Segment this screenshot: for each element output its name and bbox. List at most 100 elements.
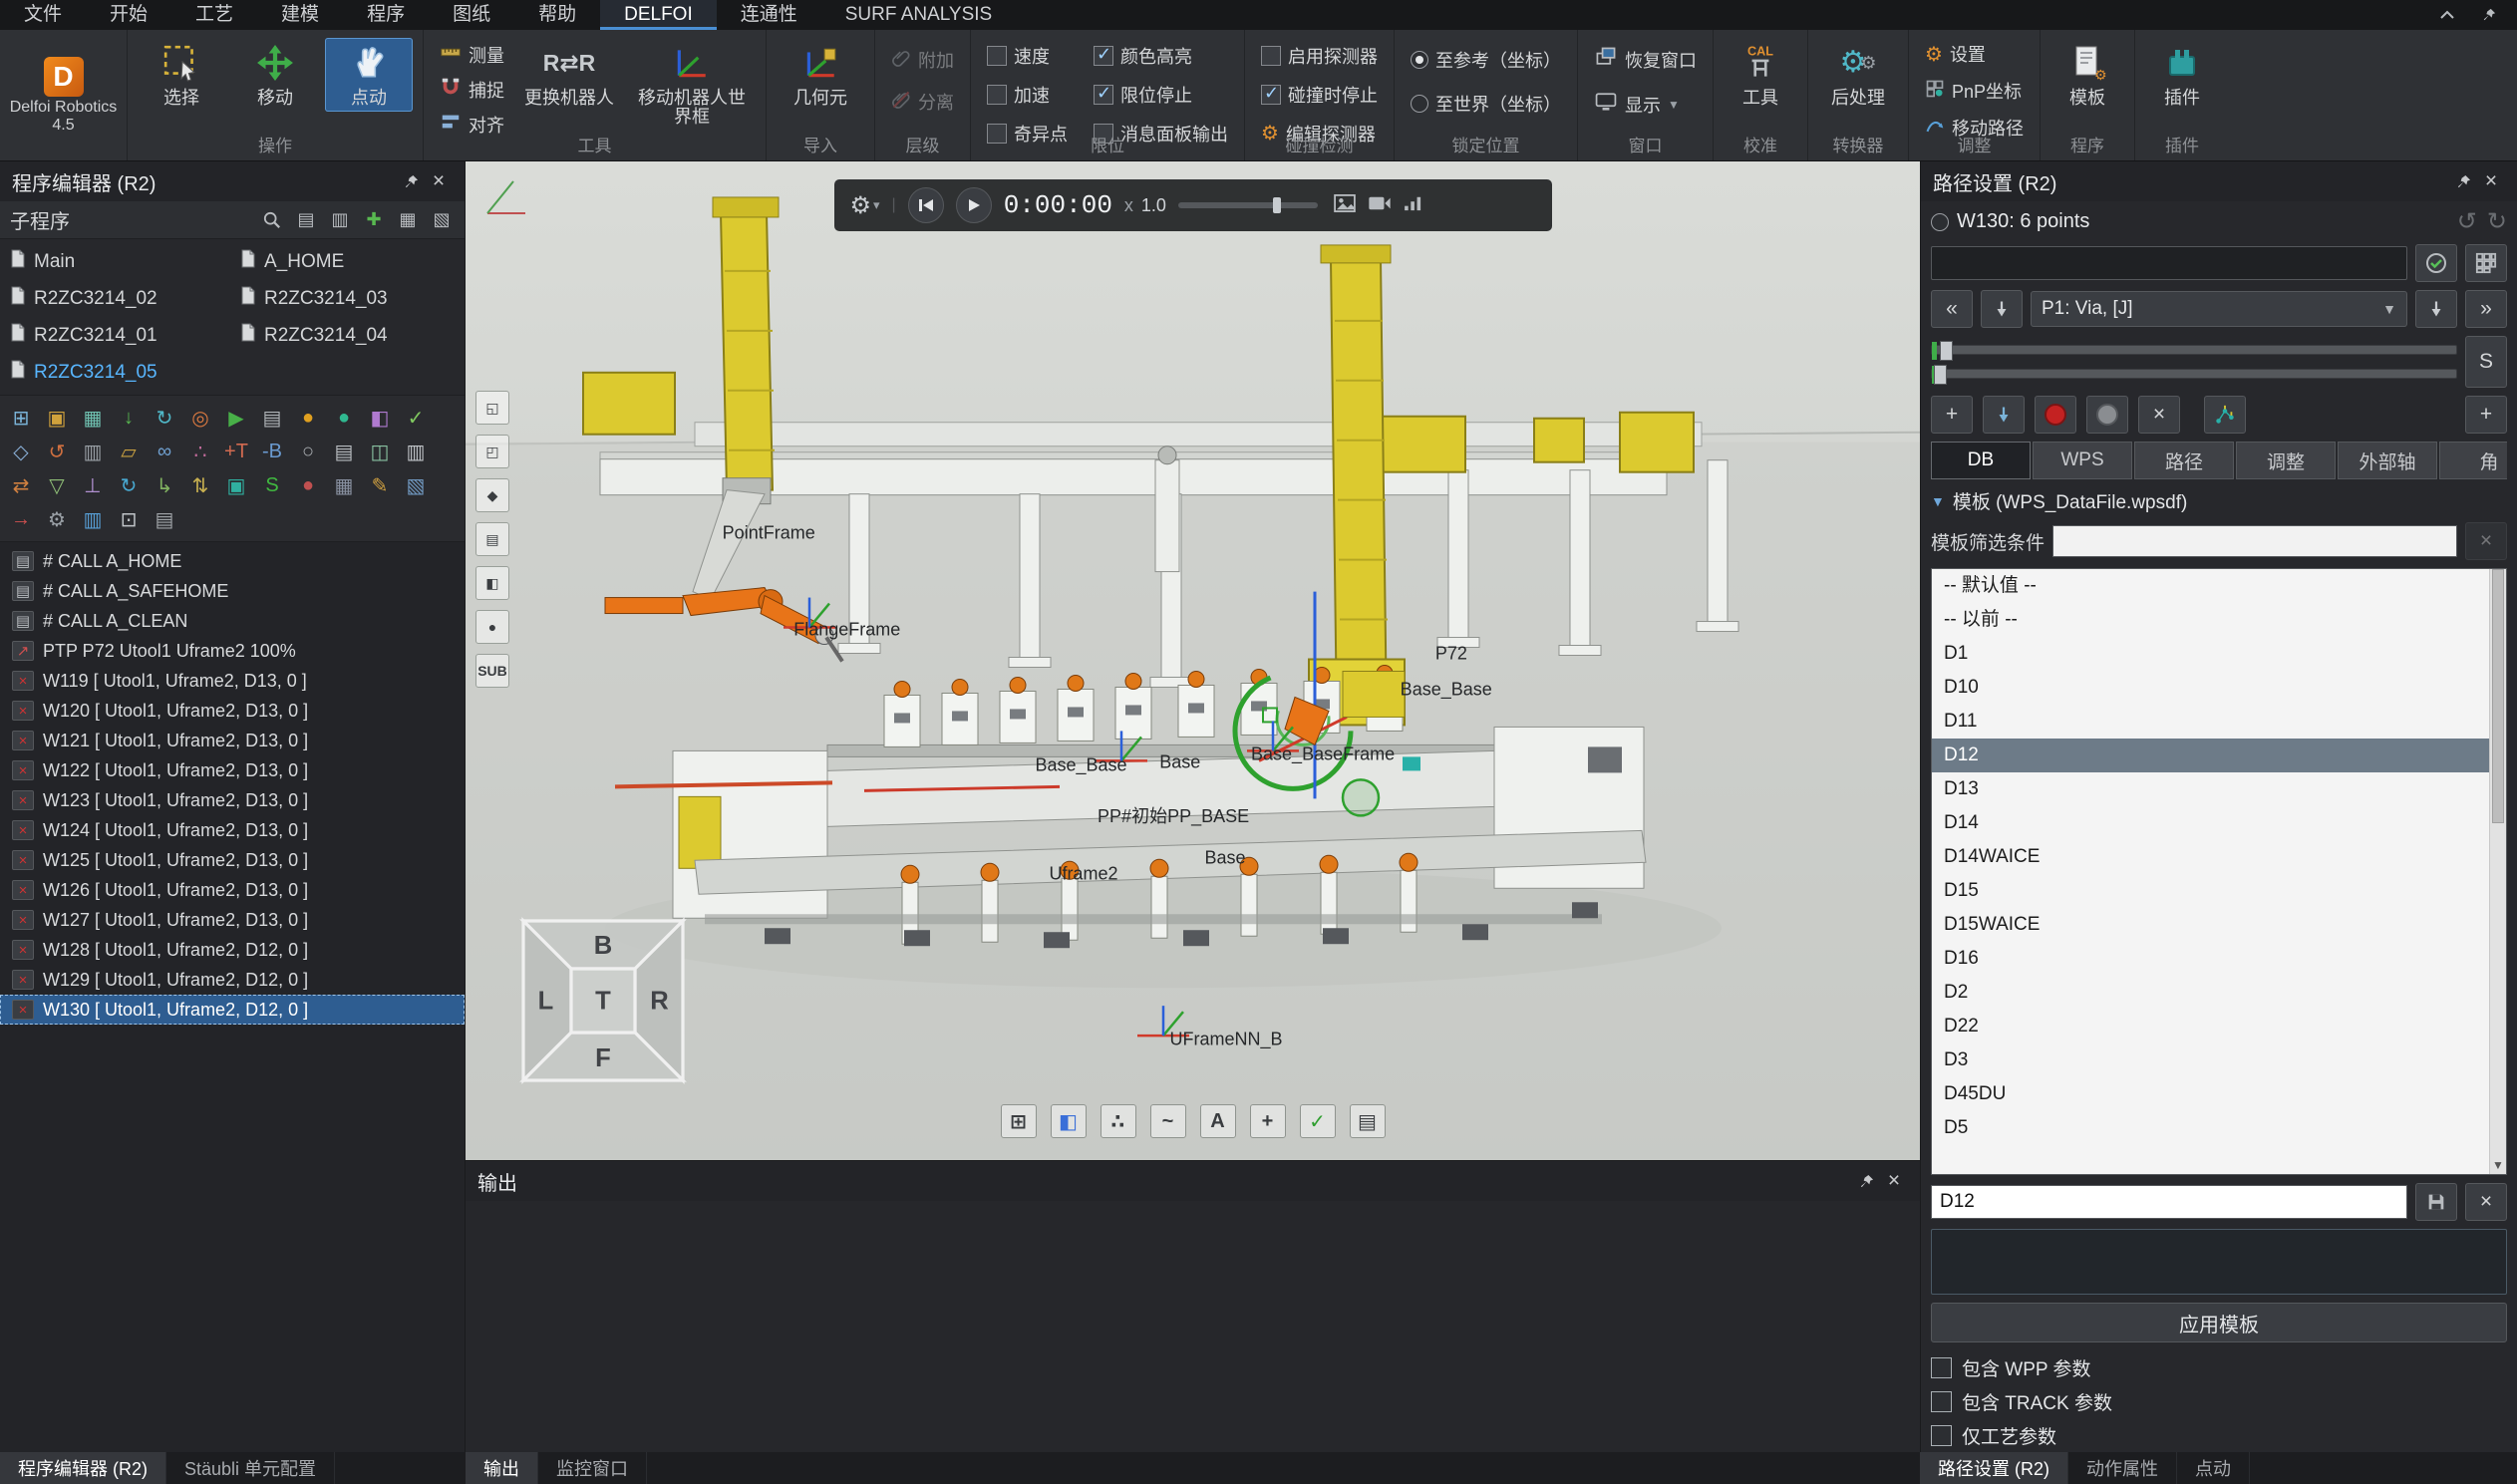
pe-folder-icon[interactable]: ▱ [112, 436, 146, 467]
teach-button[interactable] [1983, 396, 2025, 434]
menu-item[interactable]: 建模 [257, 0, 343, 30]
plugin-button[interactable]: 插件 [2145, 38, 2219, 112]
new-subprogram-icon[interactable]: ▤ [293, 207, 319, 233]
panel-tab[interactable]: 点动 [2177, 1452, 2250, 1484]
menu-item[interactable]: SURF ANALYSIS [821, 0, 1016, 30]
redo-icon[interactable]: ↻ [2487, 207, 2507, 236]
template-filter-input[interactable] [2052, 525, 2457, 557]
statement-row[interactable]: × W129 [ Utool1, Uframe2, D12, 0 ] [0, 965, 465, 995]
playback-slider[interactable] [1178, 202, 1318, 208]
template-list-item[interactable]: D16 [1932, 942, 2506, 976]
pe-play-icon[interactable]: ▶ [219, 402, 253, 434]
subprogram-item[interactable]: A_HOME [232, 243, 463, 280]
pe-frame-icon[interactable]: ▣ [40, 402, 74, 434]
template-list-item[interactable]: -- 以前 -- [1932, 603, 2506, 637]
template-list-item[interactable]: D45DU [1932, 1077, 2506, 1111]
template-section-header[interactable]: ▼ 模板 (WPS_DataFile.wpsdf) [1931, 487, 2507, 514]
pe-grid-icon[interactable]: ⊞ [4, 402, 38, 434]
subprogram-item[interactable]: Main [2, 243, 232, 280]
template-list-item[interactable]: D14 [1932, 806, 2506, 840]
pin-icon[interactable] [2449, 167, 2477, 195]
path-settings-tab[interactable]: 路径 [2134, 442, 2234, 479]
close-icon[interactable]: × [1880, 1167, 1908, 1195]
point-snap-icon[interactable]: ● [475, 610, 509, 644]
project-points-button[interactable] [2204, 396, 2246, 434]
iso-view-icon[interactable]: ◆ [475, 478, 509, 512]
template-list-item[interactable]: D2 [1932, 976, 2506, 1010]
undo-icon[interactable]: ↺ [2457, 207, 2477, 236]
template-option-checkbox[interactable]: 仅工艺参数 [1931, 1418, 2507, 1452]
template-list-item[interactable]: D1 [1932, 637, 2506, 671]
statement-row[interactable]: × W124 [ Utool1, Uframe2, D13, 0 ] [0, 815, 465, 845]
view-cube-top-face[interactable]: T [595, 988, 611, 1016]
collapse-ribbon-icon[interactable] [2433, 1, 2461, 29]
point-name-input[interactable] [1931, 246, 2407, 280]
pe-check-icon[interactable]: ✓ [399, 402, 433, 434]
sub-mode-label[interactable]: SUB [475, 654, 509, 688]
pe-columns-icon[interactable]: ▥ [76, 436, 110, 467]
statement-row[interactable]: × W130 [ Utool1, Uframe2, D12, 0 ] [0, 995, 465, 1025]
color-highlight-checkbox[interactable]: 颜色高亮 [1088, 40, 1234, 72]
menu-item[interactable]: 开始 [86, 0, 171, 30]
viewport-3d[interactable]: PointFrameFlangeFrameP72Base_BaseBaseBas… [466, 161, 1920, 1160]
previous-point-button[interactable]: « [1931, 290, 1973, 328]
panel-tab[interactable]: 路径设置 (R2) [1920, 1452, 2068, 1484]
add-subprogram-icon[interactable]: ✚ [361, 207, 387, 233]
pe-tri-icon[interactable]: ▽ [40, 469, 74, 501]
template-list-item[interactable]: D11 [1932, 705, 2506, 739]
solid-view-icon[interactable]: ◧ [1051, 1104, 1087, 1138]
delete-point-button[interactable]: × [2138, 396, 2180, 434]
skip-to-start-button[interactable] [908, 187, 944, 223]
confirm-point-button[interactable] [2415, 244, 2457, 282]
statement-row[interactable]: × W119 [ Utool1, Uframe2, D13, 0 ] [0, 666, 465, 696]
template-list-item[interactable]: D15 [1932, 874, 2506, 908]
pe-rotate-icon[interactable]: ↺ [40, 436, 74, 467]
postprocess-button[interactable]: ⚙⚙ 后处理 [1818, 38, 1898, 112]
speed-override-slider[interactable] [1931, 369, 2457, 379]
jog-button[interactable]: 点动 [325, 38, 413, 112]
close-icon[interactable]: × [425, 167, 453, 195]
scroll-down-arrow-icon[interactable]: ▼ [2490, 1158, 2506, 1172]
curve-analysis-icon[interactable]: ~ [1150, 1104, 1186, 1138]
pin-icon[interactable] [2475, 1, 2503, 29]
play-button[interactable] [956, 187, 992, 223]
pe-gear-icon[interactable]: ⚙ [40, 503, 74, 535]
render-mode-icon[interactable] [1404, 195, 1423, 216]
attach-button[interactable]: 附加 [885, 44, 960, 76]
path-position-slider[interactable] [1931, 345, 2457, 355]
pe-redo-icon[interactable]: ↻ [112, 469, 146, 501]
search-icon[interactable] [259, 207, 285, 233]
statement-row[interactable]: × W126 [ Utool1, Uframe2, D13, 0 ] [0, 875, 465, 905]
path-settings-tab[interactable]: 外部轴 [2338, 442, 2437, 479]
record-video-icon[interactable] [1368, 195, 1392, 216]
template-list-item[interactable]: D14WAICE [1932, 840, 2506, 874]
pin-icon[interactable] [397, 167, 425, 195]
template-list-item[interactable]: D5 [1932, 1111, 2506, 1145]
save-template-button[interactable] [2415, 1183, 2457, 1221]
teach-point-right-button[interactable] [2415, 290, 2457, 328]
pe-arrow-icon[interactable]: → [4, 503, 38, 535]
copy-subprogram-icon[interactable]: ▦ [395, 207, 421, 233]
pe-circle-icon[interactable]: ○ [291, 436, 325, 467]
pe-edit-icon[interactable]: ✎ [363, 469, 397, 501]
pe-branch-icon[interactable]: ↳ [148, 469, 181, 501]
template-button[interactable]: ⚙ 模板 [2050, 38, 2124, 112]
close-icon[interactable]: × [2477, 167, 2505, 195]
statement-row[interactable]: × W120 [ Utool1, Uframe2, D13, 0 ] [0, 696, 465, 726]
swap-robot-button[interactable]: R⇄R 更换机器人 [516, 38, 622, 112]
pe-swap-icon[interactable]: ⇄ [4, 469, 38, 501]
template-list-item[interactable]: D3 [1932, 1043, 2506, 1077]
pe-window-icon[interactable]: ◫ [363, 436, 397, 467]
motion-type-dropdown[interactable]: P1: Via, [J] ▼ [2031, 291, 2407, 327]
template-description-textarea[interactable] [1931, 1229, 2507, 1295]
stop-on-collision-checkbox[interactable]: 碰撞时停止 [1255, 79, 1384, 111]
path-settings-tab[interactable]: DB [1931, 442, 2031, 479]
scrollbar-thumb[interactable] [2492, 569, 2504, 823]
tool-calibration-button[interactable]: CAL 工具 [1724, 38, 1797, 112]
pe-pill-icon[interactable]: ● [327, 402, 361, 434]
panel-tab[interactable]: 程序编辑器 (R2) [0, 1452, 166, 1484]
pe-red-dot-icon[interactable]: ● [291, 469, 325, 501]
collision-ok-icon[interactable]: ✓ [1300, 1104, 1336, 1138]
statement-row[interactable]: × W121 [ Utool1, Uframe2, D13, 0 ] [0, 726, 465, 755]
subprogram-item[interactable]: R2ZC3214_01 [2, 317, 232, 354]
